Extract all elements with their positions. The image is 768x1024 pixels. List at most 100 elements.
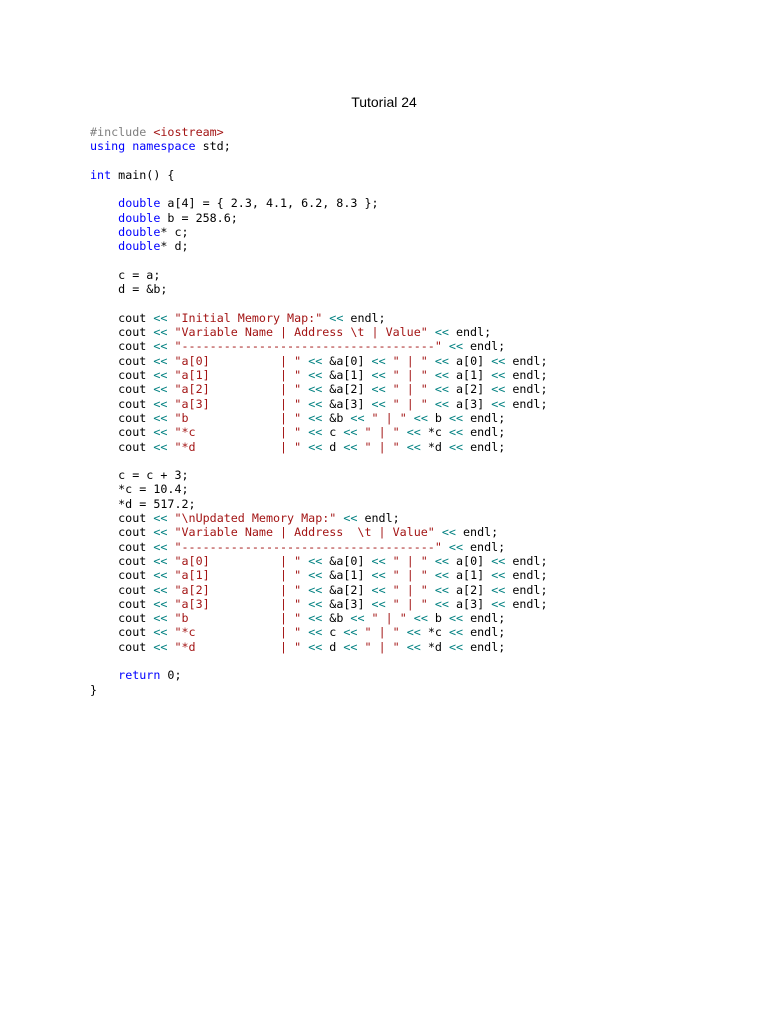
code-token: endl; <box>505 368 548 383</box>
operator-token: << <box>491 568 506 583</box>
code-token: d = &b; <box>90 282 168 297</box>
code-token: endl; <box>462 539 506 554</box>
code-token: endl; <box>505 353 548 368</box>
string-token: "*d | " <box>174 639 302 654</box>
operator-token: << <box>406 425 421 440</box>
operator-token: << <box>153 425 168 440</box>
code-token: c = c + 3; <box>90 468 189 483</box>
operator-token: << <box>434 596 449 611</box>
code-line: return 0; <box>90 668 750 682</box>
code-token: * c; <box>160 225 189 240</box>
operator-token: << <box>153 539 168 554</box>
code-token: endl; <box>448 325 492 340</box>
operator-token: << <box>308 611 323 626</box>
code-token: cout <box>90 382 154 397</box>
string-token: " | " <box>371 410 407 425</box>
string-token: " | " <box>371 611 407 626</box>
code-line: cout << "Initial Memory Map:" << endl; <box>90 311 750 325</box>
code-token: c = a; <box>90 267 161 282</box>
code-line: cout << "*c | " << c << " | " << *c << e… <box>90 425 750 439</box>
code-token: &a[2] <box>322 582 372 597</box>
document-title: Tutorial 24 <box>351 94 417 110</box>
code-token: endl; <box>463 611 506 626</box>
string-token: "a[2] | " <box>174 582 302 597</box>
string-token: " | " <box>364 639 400 654</box>
code-line: cout << "a[0] | " << &a[0] << " | " << a… <box>90 554 750 568</box>
code-token: cout <box>90 511 154 526</box>
operator-token: << <box>371 582 386 597</box>
code-token: endl; <box>463 410 506 425</box>
string-token: "*c | " <box>174 625 302 640</box>
operator-token: << <box>434 582 449 597</box>
code-line: } <box>90 683 750 697</box>
operator-token: << <box>308 596 323 611</box>
code-token: cout <box>90 596 154 611</box>
operator-token: << <box>491 582 506 597</box>
operator-token: << <box>448 410 464 425</box>
operator-token: << <box>434 368 449 383</box>
code-line: cout << "a[1] | " << &a[1] << " | " << a… <box>90 368 750 382</box>
code-token: endl; <box>505 553 548 568</box>
code-token: a[0] <box>448 553 492 568</box>
code-token: cout <box>90 625 154 640</box>
string-token: "a[2] | " <box>174 382 302 397</box>
operator-token: << <box>153 596 168 611</box>
code-token: endl; <box>505 582 548 597</box>
operator-token: << <box>434 396 449 411</box>
operator-token: << <box>413 410 428 425</box>
operator-token: << <box>491 368 506 383</box>
operator-token: << <box>153 582 168 597</box>
code-listing: #include <iostream> using namespace std; i… <box>90 125 750 697</box>
code-token: *d <box>420 639 449 654</box>
code-line: *c = 10.4; <box>90 482 750 496</box>
operator-token: << <box>343 425 358 440</box>
code-token: cout <box>90 611 154 626</box>
code-line: d = &b; <box>90 282 750 296</box>
code-token: &a[1] <box>322 368 372 383</box>
string-token: "b | " <box>174 611 302 626</box>
code-token: *d = 517.2; <box>90 496 196 511</box>
string-token: " | " <box>392 596 428 611</box>
operator-token: << <box>343 511 358 526</box>
operator-token: << <box>434 553 449 568</box>
string-token: " | " <box>364 439 400 454</box>
code-token: d <box>322 639 344 654</box>
keyword-token: double <box>118 196 161 211</box>
code-token: endl; <box>463 425 506 440</box>
operator-token: << <box>413 611 428 626</box>
operator-token: << <box>406 625 421 640</box>
code-line: using namespace std; <box>90 139 750 153</box>
operator-token: << <box>448 625 464 640</box>
code-token: endl; <box>343 310 386 325</box>
code-line: cout << "a[2] | " << &a[2] << " | " << a… <box>90 382 750 396</box>
operator-token: << <box>371 353 386 368</box>
code-line: cout << "*c | " << c << " | " << *c << e… <box>90 625 750 639</box>
code-token: c <box>322 625 344 640</box>
code-line: cout << "-------------------------------… <box>90 339 750 353</box>
operator-token: << <box>343 639 358 654</box>
string-token: "b | " <box>174 410 302 425</box>
include-token: <iostream> <box>153 125 224 139</box>
operator-token: << <box>308 410 323 425</box>
code-token: endl; <box>463 625 506 640</box>
operator-token: << <box>406 439 421 454</box>
operator-token: << <box>153 353 168 368</box>
operator-token: << <box>153 410 168 425</box>
string-token: "*c | " <box>174 425 302 440</box>
